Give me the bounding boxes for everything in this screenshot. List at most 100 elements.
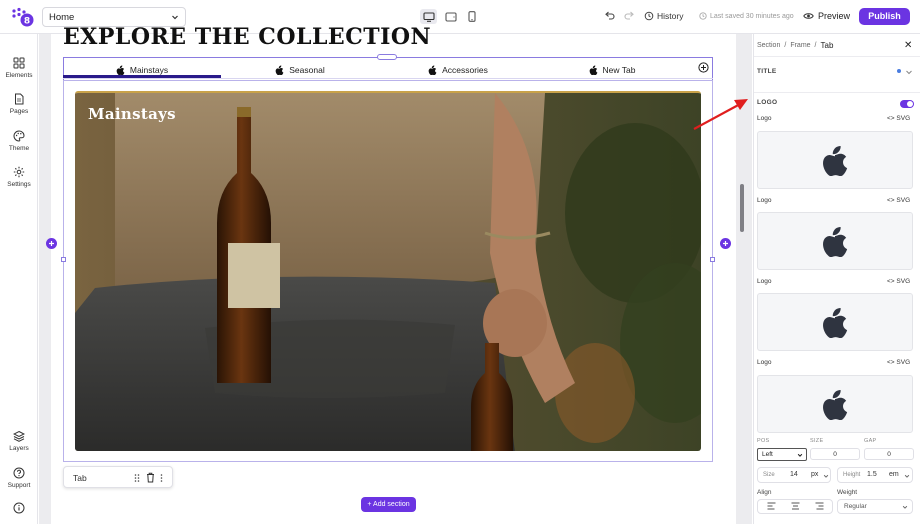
gap-input[interactable]: 0	[864, 448, 914, 460]
weight-value: Regular	[844, 503, 867, 510]
align-left-icon[interactable]	[767, 502, 776, 510]
align-label: Align	[757, 489, 772, 496]
line-height-label: Height	[843, 472, 861, 478]
tablet-view-button[interactable]	[442, 9, 459, 24]
svg-toggle-button[interactable]: <> SVG	[887, 359, 910, 366]
logo-section-label: LOGO	[757, 99, 778, 106]
canvas-scrollbar[interactable]	[740, 184, 744, 232]
logo-upload-box[interactable]	[757, 212, 913, 270]
sidebar-item-label: Pages	[9, 108, 29, 115]
apple-icon	[275, 65, 284, 75]
resize-handle-left[interactable]	[61, 257, 66, 262]
font-size-unit[interactable]: px	[811, 471, 818, 478]
apple-icon	[116, 65, 125, 75]
app-logo-icon[interactable]: 8	[11, 7, 35, 27]
sidebar-item-settings[interactable]: Settings	[0, 166, 38, 188]
logo-label: Logo	[757, 359, 772, 366]
apple-logo-icon	[821, 306, 849, 338]
publish-button[interactable]: Publish	[859, 8, 910, 25]
properties-panel: Section / Frame / Tab ✕ TITLE LOGO Logo …	[753, 34, 920, 524]
hero-image[interactable]	[75, 91, 701, 451]
logo-toggle[interactable]	[900, 100, 914, 108]
hero-title[interactable]: Mainstays	[88, 105, 176, 123]
tab-label: New Tab	[602, 65, 636, 75]
chevron-down-icon	[171, 13, 179, 21]
more-icon[interactable]	[160, 473, 163, 483]
drag-handle-icon[interactable]	[134, 473, 140, 483]
sidebar-item-elements[interactable]: Elements	[0, 57, 38, 79]
weight-select[interactable]: Regular	[837, 499, 913, 514]
preview-button[interactable]: Preview	[803, 11, 850, 21]
history-button[interactable]: History	[644, 11, 683, 21]
line-height-field[interactable]: Height 1.5 em	[837, 467, 913, 483]
apple-icon	[428, 65, 437, 75]
tab-seasonal[interactable]: Seasonal	[221, 62, 379, 78]
align-right-icon[interactable]	[815, 502, 824, 510]
chevron-down-icon[interactable]	[905, 68, 913, 76]
sidebar-item-support[interactable]: Support	[0, 467, 38, 489]
apple-logo-icon	[821, 144, 849, 176]
font-size-field[interactable]: Size 14 px	[757, 467, 831, 483]
help-icon	[0, 467, 38, 479]
size-label: SIZE	[810, 438, 824, 444]
divider	[754, 92, 920, 93]
size-input[interactable]: 0	[810, 448, 860, 460]
position-value: Left	[762, 451, 773, 458]
line-height-value: 1.5	[867, 471, 877, 478]
sidebar-item-theme[interactable]: Theme	[0, 130, 38, 152]
collection-heading[interactable]: EXPLORE THE COLLECTION	[63, 24, 431, 50]
history-label: History	[657, 11, 684, 21]
weight-label: Weight	[837, 489, 858, 496]
resize-handle-right[interactable]	[710, 257, 715, 262]
mobile-view-button[interactable]	[463, 9, 480, 24]
selected-element-label: Tab	[73, 473, 87, 483]
logo-upload-box[interactable]	[757, 131, 913, 189]
tab-divider	[63, 78, 713, 79]
add-right-icon[interactable]	[720, 238, 731, 249]
code-icon: <>	[887, 278, 895, 285]
svg-toggle-button[interactable]: <> SVG	[887, 115, 910, 122]
palette-icon	[0, 130, 38, 142]
redo-icon[interactable]	[624, 11, 635, 21]
selected-element-toolbar: Tab	[63, 466, 173, 488]
tab-accessories[interactable]: Accessories	[379, 62, 537, 78]
position-select[interactable]: Left	[757, 448, 807, 461]
page-select-value: Home	[49, 12, 75, 23]
breadcrumb-section[interactable]: Section	[757, 42, 780, 49]
add-left-icon[interactable]	[46, 238, 57, 249]
add-tab-icon[interactable]	[698, 62, 709, 73]
sidebar-item-pages[interactable]: Pages	[0, 93, 38, 115]
line-height-unit[interactable]: em	[889, 471, 899, 478]
info-icon[interactable]	[13, 502, 25, 514]
mobile-icon	[467, 11, 476, 22]
trash-icon[interactable]	[146, 472, 155, 483]
resize-handle[interactable]	[377, 54, 397, 60]
apple-logo-icon	[821, 388, 849, 420]
svg-toggle-button[interactable]: <> SVG	[887, 197, 910, 204]
close-icon[interactable]: ✕	[904, 40, 912, 51]
add-section-button[interactable]: + Add section	[361, 497, 416, 512]
breadcrumb-tab: Tab	[820, 41, 834, 50]
code-icon: <>	[887, 115, 895, 122]
sidebar-item-layers[interactable]: Layers	[0, 430, 38, 452]
svg-type-label: SVG	[896, 359, 911, 366]
gear-icon	[0, 166, 38, 178]
last-saved-text: Last saved 30 minutes ago	[710, 12, 794, 20]
active-tab-indicator	[63, 75, 221, 78]
tab-label: Seasonal	[289, 65, 325, 75]
code-icon: <>	[887, 359, 895, 366]
svg-toggle-button[interactable]: <> SVG	[887, 278, 910, 285]
page-icon	[0, 93, 38, 105]
left-sidebar: Elements Pages Theme Settings Layers Sup…	[0, 34, 38, 524]
logo-upload-box[interactable]	[757, 293, 913, 351]
title-section-label[interactable]: TITLE	[757, 68, 777, 75]
desktop-view-button[interactable]	[420, 9, 437, 24]
logo-upload-box[interactable]	[757, 375, 913, 433]
breadcrumb-frame[interactable]: Frame	[790, 42, 810, 49]
undo-icon[interactable]	[604, 11, 615, 21]
desktop-icon	[422, 11, 435, 22]
align-center-icon[interactable]	[791, 502, 800, 510]
tab-new-tab[interactable]: New Tab	[537, 62, 687, 78]
sidebar-item-label: Settings	[7, 181, 31, 188]
sidebar-item-label: Layers	[9, 445, 29, 452]
